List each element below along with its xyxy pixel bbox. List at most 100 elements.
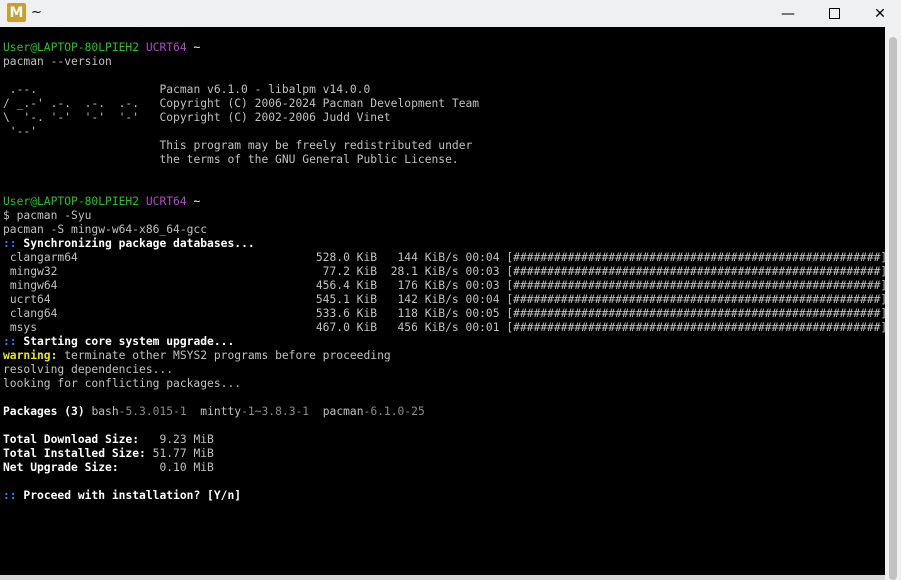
sync-row-name: mingw32 bbox=[9, 265, 310, 278]
package-name: pacman bbox=[322, 405, 364, 418]
sync-rows: clangarm64 528.0 KiB 144 KiB/s 00:04 [##… bbox=[3, 251, 885, 335]
maximize-button[interactable] bbox=[811, 0, 857, 27]
sync-row-name: mingw64 bbox=[9, 279, 310, 292]
sync-row-size: 467.0 KiB bbox=[309, 321, 378, 334]
sync-row-name: ucrt64 bbox=[9, 293, 310, 306]
maximize-icon bbox=[828, 8, 840, 19]
total-line: Total Installed Size: 51.77 MiB bbox=[3, 447, 885, 461]
package-version: -1~3.8.3-1 bbox=[241, 405, 310, 418]
scrollbar-thumb[interactable] bbox=[889, 37, 897, 580]
close-button[interactable]: ✕ bbox=[857, 0, 901, 27]
warning-text: terminate other MSYS2 programs before pr… bbox=[57, 349, 391, 362]
total-label: Net Upgrade Size: bbox=[3, 461, 153, 474]
sync-row-rate: 144 KiB/s bbox=[377, 251, 459, 264]
version-text: This program may be freely redistributed… bbox=[159, 139, 473, 152]
sync-row-time: 00:04 bbox=[465, 293, 500, 306]
packages-label: Packages (3) bbox=[3, 405, 85, 418]
sync-row-time: 00:05 bbox=[465, 307, 500, 320]
sync-header-text: Synchronizing package databases... bbox=[23, 237, 255, 250]
sync-row-time: 00:01 bbox=[465, 321, 500, 334]
prompt-dir: ~ bbox=[193, 41, 201, 54]
sync-row-size: 456.4 KiB bbox=[309, 279, 378, 292]
sync-row-size: 533.6 KiB bbox=[309, 307, 378, 320]
total-line: Total Download Size: 9.23 MiB bbox=[3, 433, 885, 447]
sync-row-time: 00:03 bbox=[465, 279, 500, 292]
total-label: Total Installed Size: bbox=[3, 447, 153, 460]
prompt-user-host: User@LAPTOP-80LPIEH2 bbox=[3, 195, 140, 208]
prompt-env: UCRT64 bbox=[145, 41, 187, 54]
sync-row: clangarm64 528.0 KiB 144 KiB/s 00:04 [##… bbox=[3, 251, 885, 265]
command-line: $ pacman -Syu bbox=[3, 209, 92, 222]
proceed-prompt[interactable]: :: Proceed with installation? [Y/n] bbox=[3, 489, 885, 503]
progress-bar: [#######################################… bbox=[506, 265, 885, 278]
status-line: looking for conflicting packages... bbox=[3, 377, 242, 390]
warning-label: warning: bbox=[3, 349, 58, 362]
sync-prefix: :: bbox=[3, 237, 17, 250]
total-value: 0.10 MiB bbox=[152, 461, 214, 474]
sync-row-rate: 142 KiB/s bbox=[377, 293, 459, 306]
sync-row-rate: 456 KiB/s bbox=[377, 321, 459, 334]
sync-row-name: msys bbox=[9, 321, 310, 334]
packages-line: Packages (3) bash-5.3.015-1 mintty-1~3.8… bbox=[3, 405, 885, 419]
progress-bar: [#######################################… bbox=[506, 279, 885, 292]
vertical-scrollbar[interactable] bbox=[885, 27, 901, 580]
version-line: This program may be freely redistributed… bbox=[3, 139, 885, 153]
pacman-logo-line: \ '-. '-' '-' '-' bbox=[3, 111, 160, 124]
version-text: Pacman v6.1.0 - libalpm v14.0.0 bbox=[159, 83, 371, 96]
prompt-dir: ~ bbox=[193, 195, 201, 208]
msys2-app-icon[interactable]: M bbox=[7, 3, 26, 22]
pacman-logo-line: '--' bbox=[3, 125, 160, 138]
sync-row: ucrt64 545.1 KiB 142 KiB/s 00:04 [######… bbox=[3, 293, 885, 307]
version-line: \ '-. '-' '-' '-' Copyright (C) 2002-200… bbox=[3, 111, 885, 125]
sync-row-time: 00:03 bbox=[465, 265, 500, 278]
window-title: ~ bbox=[31, 5, 42, 20]
command-line: pacman --version bbox=[3, 55, 112, 68]
total-label: Total Download Size: bbox=[3, 433, 153, 446]
progress-bar: [#######################################… bbox=[506, 307, 885, 320]
title-bar[interactable]: M ~ — ✕ bbox=[0, 0, 901, 27]
prompt-env: UCRT64 bbox=[145, 195, 187, 208]
total-value: 51.77 MiB bbox=[152, 447, 214, 460]
sync-row-rate: 176 KiB/s bbox=[377, 279, 459, 292]
package-version: -6.1.0-25 bbox=[363, 405, 425, 418]
package-name: bash bbox=[91, 405, 119, 418]
prompt-line: User@LAPTOP-80LPIEH2 UCRT64 ~ bbox=[3, 195, 885, 209]
total-line: Net Upgrade Size: 0.10 MiB bbox=[3, 461, 885, 475]
package-name: mintty bbox=[200, 405, 242, 418]
version-line: .--. Pacman v6.1.0 - libalpm v14.0.0 bbox=[3, 83, 885, 97]
sync-row-size: 77.2 KiB bbox=[309, 265, 378, 278]
totals-block: Total Download Size: 9.23 MiB Total Insta… bbox=[3, 433, 885, 475]
sync-row: mingw64 456.4 KiB 176 KiB/s 00:03 [#####… bbox=[3, 279, 885, 293]
sync-row-name: clangarm64 bbox=[9, 251, 310, 264]
sync-row-size: 545.1 KiB bbox=[309, 293, 378, 306]
terminal-text: User@LAPTOP-80LPIEH2 UCRT64 ~ pacman --ve… bbox=[3, 41, 885, 503]
terminal-output[interactable]: User@LAPTOP-80LPIEH2 UCRT64 ~ pacman --ve… bbox=[0, 27, 885, 575]
upgrade-header: :: Starting core system upgrade... bbox=[3, 335, 885, 349]
sync-row-name: clang64 bbox=[9, 307, 310, 320]
version-text: Copyright (C) 2002-2006 Judd Vinet bbox=[159, 111, 391, 124]
proceed-prefix: :: bbox=[3, 489, 17, 502]
minimize-icon: — bbox=[781, 5, 795, 22]
pacman-logo-line: .--. bbox=[3, 83, 160, 96]
package-version: -5.3.015-1 bbox=[118, 405, 187, 418]
terminal-window: M ~ — ✕ User@LAPTOP-80LPIEH2 UCRT64 ~ pac… bbox=[0, 0, 901, 580]
progress-bar: [#######################################… bbox=[506, 251, 885, 264]
status-line: resolving dependencies... bbox=[3, 363, 174, 376]
sync-row-time: 00:04 bbox=[465, 251, 500, 264]
total-value: 9.23 MiB bbox=[152, 433, 214, 446]
progress-bar: [#######################################… bbox=[506, 321, 885, 334]
window-bottom-edge bbox=[0, 575, 885, 580]
sync-row: mingw32 77.2 KiB 28.1 KiB/s 00:03 [#####… bbox=[3, 265, 885, 279]
sync-row-size: 528.0 KiB bbox=[309, 251, 378, 264]
prompt-user-host: User@LAPTOP-80LPIEH2 bbox=[3, 41, 140, 54]
upgrade-prefix: :: bbox=[3, 335, 17, 348]
sync-row-rate: 28.1 KiB/s bbox=[377, 265, 459, 278]
proceed-text: Proceed with installation? [Y/n] bbox=[23, 489, 242, 502]
sync-header: :: Synchronizing package databases... bbox=[3, 237, 885, 251]
minimize-button[interactable]: — bbox=[765, 0, 811, 27]
close-icon: ✕ bbox=[874, 5, 886, 22]
pacman-logo-line: / _.-' .-. .-. .-. bbox=[3, 97, 160, 110]
sync-row: msys 467.0 KiB 456 KiB/s 00:01 [########… bbox=[3, 321, 885, 335]
prompt-line: User@LAPTOP-80LPIEH2 UCRT64 ~ bbox=[3, 41, 885, 55]
command-line: pacman -S mingw-w64-x86_64-gcc bbox=[3, 223, 208, 236]
